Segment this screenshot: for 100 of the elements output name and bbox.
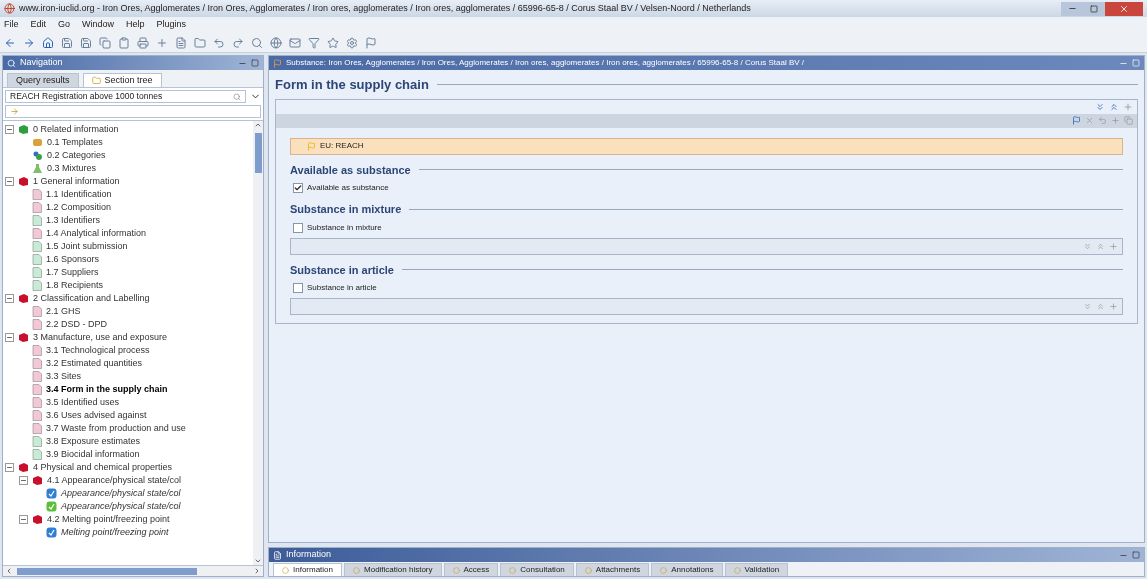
collapse-icon[interactable] — [5, 125, 14, 134]
scroll-left-icon[interactable] — [5, 567, 13, 575]
tree-item[interactable]: 3.8 Exposure estimates — [46, 434, 141, 449]
folder-icon[interactable] — [194, 36, 206, 49]
copy-icon[interactable] — [99, 36, 111, 49]
tree-item[interactable]: 1.5 Joint submission — [46, 239, 128, 254]
menu-item[interactable]: Plugins — [156, 18, 187, 32]
star-icon[interactable] — [327, 36, 339, 49]
search-icon[interactable] — [251, 36, 263, 49]
tree-item[interactable]: 1.7 Suppliers — [46, 265, 99, 280]
checkbox[interactable] — [293, 222, 303, 233]
tree-item[interactable]: 4 Physical and chemical properties — [33, 460, 173, 475]
filter-icon[interactable] — [308, 36, 320, 49]
mail-icon[interactable] — [289, 36, 301, 49]
tree-item[interactable]: 2.1 GHS — [46, 304, 81, 319]
scrollbar-thumb[interactable] — [17, 567, 197, 575]
tree-item[interactable]: 2.2 DSD - DPD — [46, 317, 107, 332]
tree-item[interactable]: 3.9 Biocidal information — [46, 447, 140, 462]
remove-icon[interactable] — [1085, 116, 1094, 125]
checkbox[interactable] — [293, 283, 303, 293]
collapse-all-icon[interactable] — [1109, 101, 1119, 112]
tree-item[interactable]: 1.4 Analytical information — [46, 226, 147, 241]
minimize-icon[interactable] — [1061, 1, 1083, 16]
expand-all-icon[interactable] — [1095, 101, 1105, 112]
tree-item[interactable]: 3 Manufacture, use and exposure — [33, 330, 168, 345]
checkbox[interactable] — [293, 183, 303, 193]
scroll-right-icon[interactable] — [253, 567, 261, 575]
tree-item[interactable]: 1.6 Sponsors — [46, 252, 100, 267]
tree-item[interactable]: 0.3 Mixtures — [47, 161, 97, 176]
collapse-icon[interactable] — [19, 476, 28, 485]
tree-item[interactable]: 1.3 Identifiers — [46, 213, 101, 228]
tree-item[interactable]: Melting point/freezing point — [61, 525, 169, 540]
collapse-icon[interactable] — [5, 463, 14, 472]
settings-icon[interactable] — [346, 36, 358, 49]
tree-item[interactable]: 3.1 Technological process — [46, 343, 150, 358]
paste-icon[interactable] — [118, 36, 130, 49]
menu-item[interactable]: Go — [58, 18, 71, 32]
collapse-icon[interactable] — [5, 294, 14, 303]
maximize-icon[interactable] — [251, 59, 259, 67]
scrollbar-thumb[interactable] — [254, 133, 262, 173]
tree-item[interactable]: Appearance/physical state/col — [61, 486, 181, 501]
tree-item[interactable]: 3.3 Sites — [46, 369, 82, 384]
add-icon[interactable] — [156, 36, 168, 49]
menu-item[interactable]: Window — [82, 18, 115, 32]
undo-icon[interactable] — [1098, 116, 1107, 125]
collapse-all-icon[interactable] — [1096, 241, 1105, 251]
redo-icon[interactable] — [232, 36, 244, 49]
menu-item[interactable]: Help — [126, 18, 145, 32]
globe-icon[interactable] — [270, 36, 282, 49]
undo-icon[interactable] — [213, 36, 225, 49]
tab[interactable]: Information — [273, 563, 343, 576]
back-icon[interactable] — [4, 36, 16, 49]
home-icon[interactable] — [42, 36, 54, 49]
menu-item[interactable]: File — [4, 18, 19, 32]
collapse-icon[interactable] — [5, 177, 14, 186]
tree-item[interactable]: 0 Related information — [33, 122, 119, 137]
tree-item[interactable]: 4.1 Appearance/physical state/col — [47, 473, 182, 488]
tree-item[interactable]: 3.4 Form in the supply chain — [46, 382, 168, 397]
tab[interactable]: Attachments — [575, 563, 650, 576]
flag-icon[interactable] — [365, 36, 377, 49]
tab[interactable]: Consultation — [500, 563, 574, 576]
save-all-icon[interactable] — [80, 36, 92, 49]
filter-field[interactable] — [5, 105, 261, 118]
tree-item[interactable]: 1 General information — [33, 174, 120, 189]
tab[interactable]: Section tree — [82, 73, 162, 87]
tab[interactable]: Validation — [724, 563, 789, 576]
add-icon[interactable] — [1109, 241, 1118, 251]
tab[interactable]: Annotations — [651, 563, 723, 576]
add-icon[interactable] — [1111, 116, 1120, 125]
tree-item[interactable]: 3.7 Waste from production and use — [46, 421, 186, 436]
expand-all-icon[interactable] — [1083, 302, 1092, 311]
scroll-up-icon[interactable] — [254, 121, 262, 129]
collapse-icon[interactable] — [5, 333, 14, 342]
tree-item[interactable]: 2 Classification and Labelling — [33, 291, 150, 306]
tree-item[interactable]: 3.6 Uses advised against — [46, 408, 147, 423]
close-icon[interactable] — [1105, 1, 1143, 16]
tab[interactable]: Query results — [7, 73, 79, 87]
tree-item[interactable]: 3.5 Identified uses — [46, 395, 120, 410]
maximize-icon[interactable] — [1083, 1, 1105, 16]
tree-item[interactable]: Appearance/physical state/col — [61, 499, 181, 514]
collapse-all-icon[interactable] — [1096, 302, 1105, 311]
tree-item[interactable]: 1.8 Recipients — [46, 278, 104, 293]
scroll-down-icon[interactable] — [254, 557, 262, 565]
tree-item[interactable]: 0.2 Categories — [47, 148, 106, 163]
tab[interactable]: Access — [443, 563, 499, 576]
tree-item[interactable]: 4.2 Melting point/freezing point — [47, 512, 170, 527]
maximize-icon[interactable] — [1132, 551, 1140, 559]
tree-item[interactable]: 1.2 Composition — [46, 200, 112, 215]
tree-item[interactable]: 1.1 Identification — [46, 187, 112, 202]
save-icon[interactable] — [61, 36, 73, 49]
menu-item[interactable]: Edit — [30, 18, 47, 32]
add-icon[interactable] — [1109, 302, 1118, 311]
template-dropdown[interactable]: REACH Registration above 1000 tonnes — [5, 90, 246, 103]
expand-all-icon[interactable] — [1083, 241, 1092, 251]
tree-item[interactable]: 3.2 Estimated quantities — [46, 356, 143, 371]
document-icon[interactable] — [175, 36, 187, 49]
tree-item[interactable]: 0.1 Templates — [47, 135, 103, 150]
print-icon[interactable] — [137, 36, 149, 49]
vertical-scrollbar[interactable] — [253, 121, 263, 565]
collapse-icon[interactable] — [19, 515, 28, 524]
